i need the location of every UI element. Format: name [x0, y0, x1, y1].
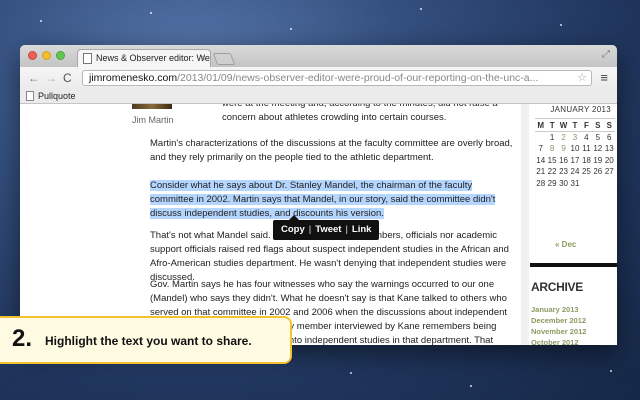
- tab-strip: News & Observer editor: We × ⤢: [20, 45, 617, 67]
- calendar-day: 5: [595, 133, 601, 142]
- calendar-day: 15: [547, 155, 557, 165]
- calendar-day: [581, 178, 592, 190]
- calendar-day: 4: [584, 133, 589, 142]
- calendar-day: 6: [607, 133, 612, 142]
- sidebar: JANUARY 2013 MTWTFSS 1 2 3 4 5 6 7 8 9 10 11 12 13 14…: [530, 104, 617, 345]
- calendar-weekday: M: [535, 118, 547, 132]
- bookmark-page-icon: [26, 91, 34, 101]
- calendar-weekday: T: [546, 118, 558, 132]
- archive-link[interactable]: November 2012: [531, 326, 589, 337]
- calendar-day[interactable]: 2: [558, 132, 569, 144]
- calendar-day[interactable]: 8: [546, 143, 557, 155]
- calendar-day: 19: [593, 155, 603, 165]
- back-arrow-icon[interactable]: ←: [28, 70, 40, 86]
- calendar-day: 21: [536, 167, 546, 177]
- calendar-prev-link[interactable]: « Dec: [555, 240, 576, 249]
- bookmark-star-icon[interactable]: ☆: [577, 71, 587, 85]
- calendar-weekday: F: [580, 118, 593, 132]
- calendar-day: 27: [604, 167, 614, 177]
- url-path: /2013/01/09/news-observer-editor-were-pr…: [177, 72, 539, 84]
- calendar-day[interactable]: 3: [569, 132, 580, 144]
- close-window-button[interactable]: [28, 51, 37, 60]
- calendar-day: 29: [547, 178, 557, 188]
- calendar-day: [604, 178, 615, 190]
- archive-heading: ARCHIVE: [531, 280, 583, 294]
- calendar-day: 22: [547, 167, 557, 177]
- new-tab-button[interactable]: [212, 53, 236, 65]
- archive-link[interactable]: October 2012: [531, 337, 589, 345]
- calendar-day: 26: [593, 167, 603, 177]
- calendar-day: 1: [549, 133, 555, 142]
- star-decoration: [610, 370, 612, 372]
- step-number: 2.: [12, 325, 33, 352]
- calendar-day[interactable]: 9: [558, 143, 569, 155]
- instruction-banner: 2. Highlight the text you want to share.: [0, 316, 292, 364]
- calendar-weekday: S: [592, 118, 604, 132]
- page-icon: [83, 53, 92, 64]
- calendar-day: 13: [604, 144, 614, 154]
- calendar-day: 25: [581, 167, 591, 177]
- browser-window: News & Observer editor: We × ⤢ ← → C jim…: [20, 45, 617, 345]
- close-tab-icon[interactable]: ×: [201, 50, 206, 67]
- calendar-day: 31: [570, 178, 580, 188]
- calendar-day: 7: [538, 144, 543, 154]
- copy-button[interactable]: Copy: [278, 224, 308, 235]
- web-page: Jim Martin were at the meeting and, acco…: [20, 104, 617, 345]
- calendar-day: 12: [593, 144, 603, 154]
- calendar-day: 16: [559, 155, 568, 165]
- browser-tab[interactable]: News & Observer editor: We ×: [77, 49, 211, 67]
- calendar-weekday: W: [557, 118, 570, 132]
- bookmarks-bar: Pullquote: [20, 89, 617, 104]
- minimize-window-button[interactable]: [42, 51, 51, 60]
- archive-list: January 2013 December 2012 November 2012 Oc…: [531, 304, 589, 345]
- calendar-day: 14: [536, 155, 546, 165]
- browser-toolbar: ← → C jimromenesko.com/2013/01/09/news-o…: [20, 67, 617, 89]
- star-decoration: [350, 372, 352, 374]
- star-decoration: [470, 385, 472, 387]
- selected-text[interactable]: Consider what he says about Dr. Stanley …: [150, 180, 496, 219]
- fullscreen-icon[interactable]: ⤢: [602, 49, 610, 60]
- zoom-window-button[interactable]: [56, 51, 65, 60]
- calendar-month: JANUARY 2013: [550, 105, 611, 114]
- star-decoration: [420, 8, 422, 10]
- calendar-day: 28: [536, 178, 546, 188]
- link-button[interactable]: Link: [349, 224, 375, 235]
- star-decoration: [40, 20, 42, 22]
- calendar-day: 11: [582, 144, 591, 154]
- star-decoration: [150, 12, 152, 14]
- calendar-day: 20: [604, 155, 614, 165]
- page-scrollbar[interactable]: [521, 104, 529, 345]
- calendar-day: 17: [570, 155, 580, 165]
- tweet-button[interactable]: Tweet: [312, 224, 344, 235]
- instruction-text: Highlight the text you want to share.: [45, 334, 252, 348]
- article-paragraph: Martin's characterizations of the discus…: [150, 138, 513, 163]
- calendar-day: 23: [559, 167, 568, 177]
- calendar-day: 18: [581, 155, 591, 165]
- article-paragraph: were at the meeting and, according to th…: [222, 104, 498, 123]
- calendar-day: 30: [559, 178, 568, 188]
- calendar-weekday: T: [569, 118, 581, 132]
- address-bar[interactable]: jimromenesko.com/2013/01/09/news-observe…: [82, 70, 592, 86]
- share-popup: Copy | Tweet | Link: [273, 215, 380, 240]
- divider: [530, 263, 617, 267]
- calendar-weekday: S: [603, 118, 615, 132]
- author-photo: [132, 104, 172, 109]
- bookmark-pullquote[interactable]: Pullquote: [38, 91, 76, 101]
- forward-arrow-icon[interactable]: →: [45, 70, 57, 86]
- tab-title: News & Observer editor: We: [96, 53, 210, 63]
- star-decoration: [290, 28, 292, 30]
- calendar-day: [535, 132, 546, 144]
- calendar-day: 10: [570, 144, 580, 154]
- menu-icon[interactable]: ≡: [600, 70, 608, 86]
- photo-caption: Jim Martin: [132, 115, 174, 125]
- calendar-day: 24: [570, 167, 580, 177]
- url-host: jimromenesko.com: [89, 72, 178, 84]
- highlighted-paragraph[interactable]: Consider what he says about Dr. Stanley …: [150, 179, 518, 221]
- star-decoration: [560, 24, 562, 26]
- calendar-day: [592, 178, 603, 190]
- archive-link[interactable]: December 2012: [531, 315, 589, 326]
- calendar: MTWTFSS 1 2 3 4 5 6 7 8 9 10 11 12 13 14 15 16 17 18 19 20 2…: [535, 118, 615, 189]
- reload-icon[interactable]: C: [63, 70, 72, 86]
- archive-link[interactable]: January 2013: [531, 304, 589, 315]
